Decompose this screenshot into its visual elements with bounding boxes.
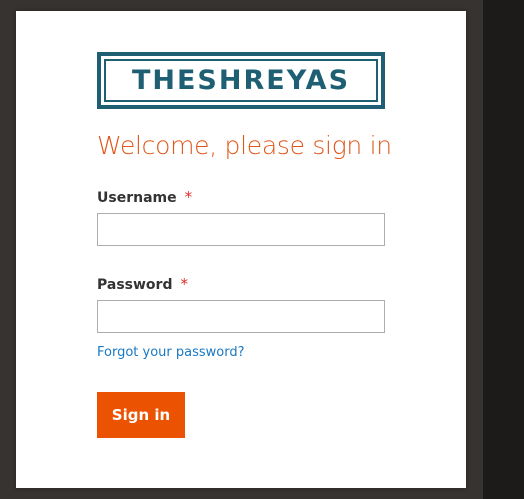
login-card: THESHREYAS Welcome, please sign in Usern… xyxy=(16,11,466,488)
username-label: Username * xyxy=(97,188,192,206)
page-title: Welcome, please sign in xyxy=(97,131,392,160)
brand-logo: THESHREYAS xyxy=(97,52,385,109)
password-label: Password * xyxy=(97,275,188,293)
required-marker: * xyxy=(184,188,193,206)
password-label-text: Password xyxy=(97,277,173,293)
password-input[interactable] xyxy=(97,300,385,333)
username-label-text: Username xyxy=(97,190,177,206)
brand-logo-text: THESHREYAS xyxy=(104,59,378,102)
username-input[interactable] xyxy=(97,213,385,246)
window-edge-shadow xyxy=(483,0,524,499)
forgot-password-link[interactable]: Forgot your password? xyxy=(97,345,245,360)
required-marker: * xyxy=(180,275,188,293)
sign-in-button[interactable]: Sign in xyxy=(97,392,185,438)
